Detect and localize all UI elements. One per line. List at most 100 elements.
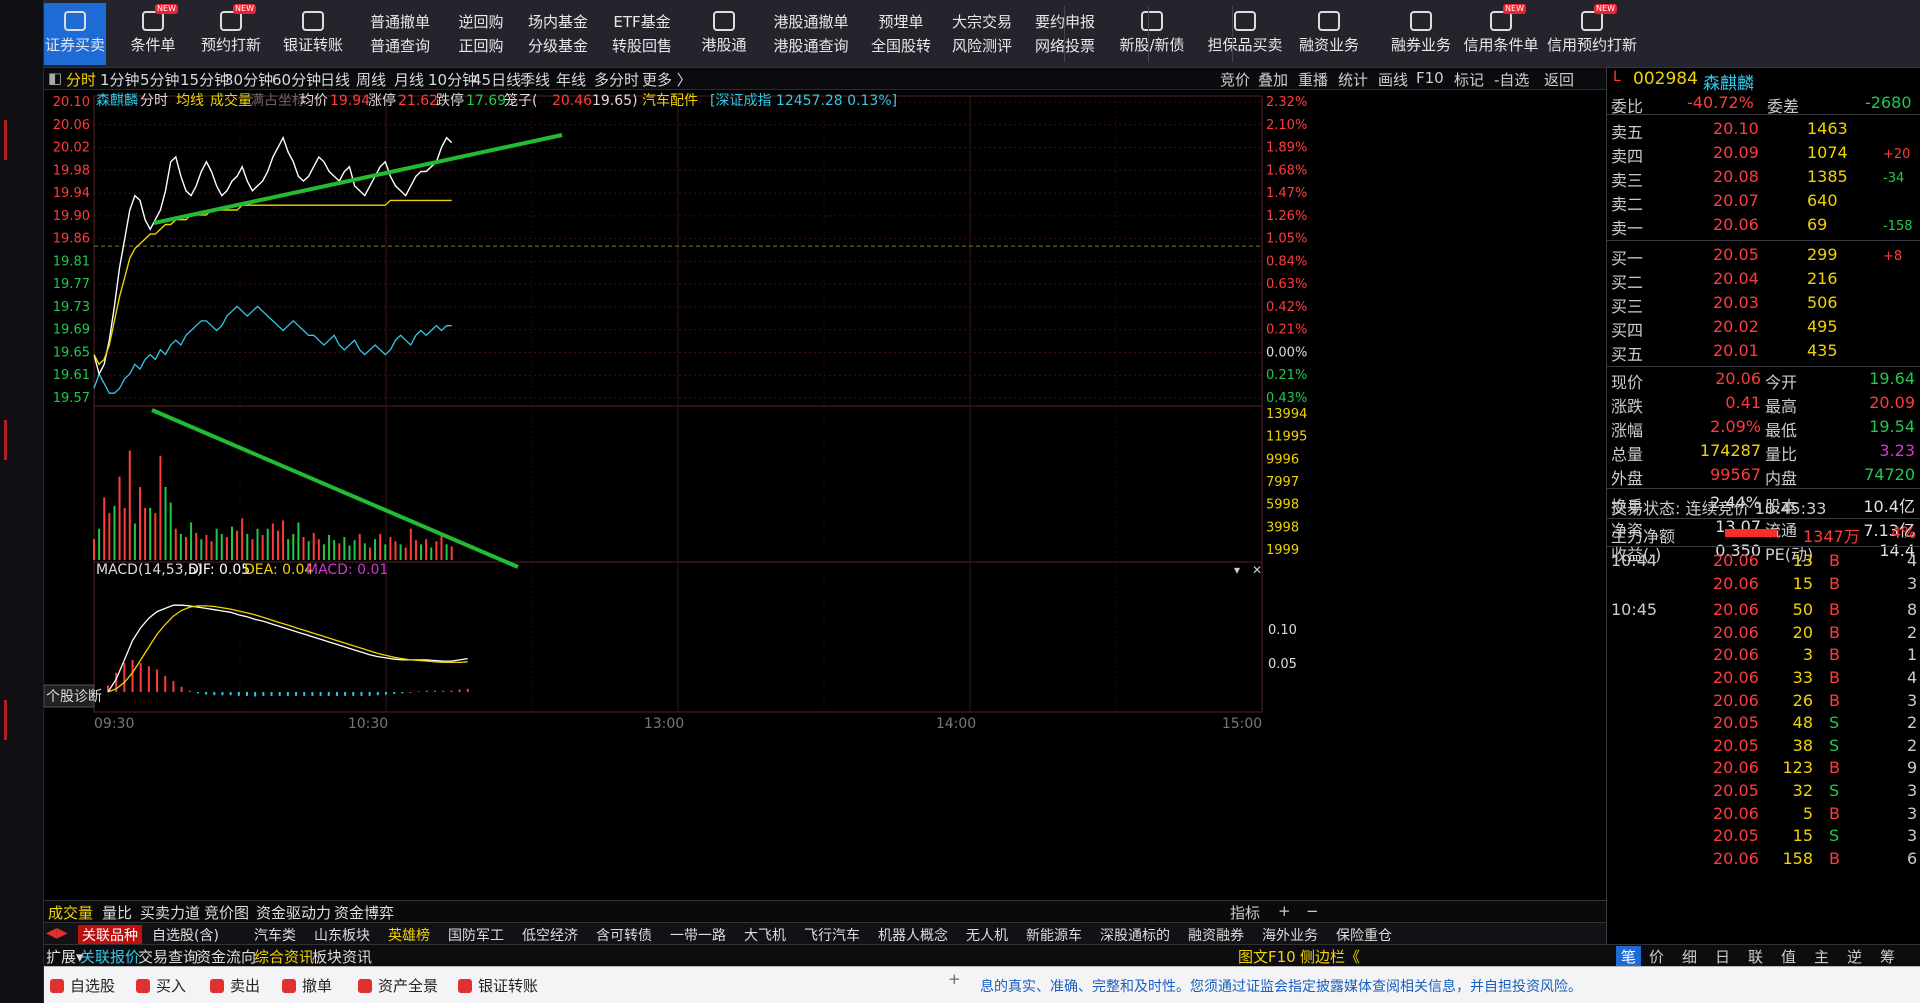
indicator-tab-5[interactable]: 资金博弈 xyxy=(334,902,394,923)
toolbar-button-4[interactable]: 普通撤单 普通查询 xyxy=(360,3,440,65)
toolbar-label-bottom[interactable]: 港股通查询 xyxy=(773,34,848,58)
sector-tab-17[interactable]: 保险重仓 xyxy=(1336,925,1392,945)
period-tab-5[interactable]: 60分钟 xyxy=(272,69,321,90)
add-icon[interactable]: + xyxy=(948,970,961,988)
sector-tab-6[interactable]: 低空经济 xyxy=(522,925,578,945)
sector-tab-14[interactable]: 深股通标的 xyxy=(1100,925,1170,945)
toolbar-button-3[interactable]: 银证转账 xyxy=(274,3,352,65)
period-tab-3[interactable]: 15分钟 xyxy=(180,69,229,90)
status-item-3[interactable]: 撤单 xyxy=(282,975,332,996)
toolbar-button-1[interactable]: 条件单 xyxy=(118,3,188,65)
toolbar-label-bottom[interactable]: 风险测评 xyxy=(952,34,1012,58)
level-price[interactable]: 20.02 xyxy=(1713,317,1759,336)
sector-tab-8[interactable]: 一带一路 xyxy=(670,925,726,945)
toolbar-label-top[interactable]: 普通撤单 xyxy=(370,10,430,34)
sector-tab-2[interactable]: 汽车类 xyxy=(254,925,296,945)
toolbar-label-top[interactable]: 港股通撤单 xyxy=(773,10,848,34)
toolbar-button-6[interactable]: 场内基金 分级基金 xyxy=(522,3,594,65)
deal-tab-7[interactable]: 逆 xyxy=(1847,946,1862,967)
toolbar-button-5[interactable]: 逆回购 正回购 xyxy=(448,3,514,65)
sector-tab-15[interactable]: 融资融券 xyxy=(1188,925,1244,945)
sector-tab-7[interactable]: 含可转债 xyxy=(596,925,652,945)
period-tab-13[interactable]: 多分时 xyxy=(594,69,639,90)
indicator-action-0[interactable]: 指标 xyxy=(1230,902,1260,923)
info-tab-0[interactable]: 扩展▾ xyxy=(46,946,84,967)
period-action-7[interactable]: -自选 xyxy=(1494,69,1529,90)
deal-tab-1[interactable]: 价 xyxy=(1649,946,1664,967)
toolbar-button-0[interactable]: 证券买卖 xyxy=(44,3,106,65)
period-tab-9[interactable]: 10分钟 xyxy=(428,69,477,90)
toolbar-label-bottom[interactable]: 全国股转 xyxy=(871,34,931,58)
level-price[interactable]: 20.09 xyxy=(1713,143,1759,162)
period-action-6[interactable]: 标记 xyxy=(1454,69,1484,90)
info-tab-3[interactable]: 资金流向 xyxy=(196,946,256,967)
status-item-1[interactable]: 买入 xyxy=(136,975,186,996)
toolbar-button-7[interactable]: ETF基金 转股回售 xyxy=(600,3,684,65)
sector-tab-0[interactable]: 关联品种 xyxy=(78,925,142,945)
period-action-5[interactable]: F10 xyxy=(1416,69,1444,87)
toolbar-button-10[interactable]: 预埋单 全国股转 xyxy=(864,3,938,65)
indicator-action-1[interactable]: + xyxy=(1278,902,1291,920)
sector-tab-10[interactable]: 飞行汽车 xyxy=(804,925,860,945)
toolbar-label-top[interactable]: 大宗交易 xyxy=(952,10,1012,34)
level-price[interactable]: 20.01 xyxy=(1713,341,1759,360)
period-tab-7[interactable]: 周线 xyxy=(356,69,386,90)
info-tab-4[interactable]: 综合资讯 xyxy=(254,946,314,967)
period-action-8[interactable]: 返回 xyxy=(1544,69,1574,90)
period-tab-2[interactable]: 5分钟 xyxy=(140,69,180,90)
sector-tab-5[interactable]: 国防军工 xyxy=(448,925,504,945)
deal-tab-6[interactable]: 主 xyxy=(1814,946,1829,967)
toolbar-label-bottom[interactable]: 普通查询 xyxy=(370,34,430,58)
period-action-0[interactable]: 竞价 xyxy=(1220,69,1250,90)
period-tab-1[interactable]: 1分钟 xyxy=(100,69,140,90)
toolbar-button-18[interactable]: 信用预约打新 xyxy=(1544,3,1640,65)
level-price[interactable]: 20.04 xyxy=(1713,269,1759,288)
toolbar-label-top[interactable]: 逆回购 xyxy=(458,10,503,34)
toolbar-label-top[interactable]: 预埋单 xyxy=(878,10,923,34)
period-tab-4[interactable]: 30分钟 xyxy=(224,69,273,90)
info-tab-2[interactable]: 交易查询 xyxy=(138,946,198,967)
info-right-tab-0[interactable]: 图文F10 xyxy=(1238,946,1296,967)
deal-tab-2[interactable]: 细 xyxy=(1682,946,1697,967)
toolbar-button-8[interactable]: 港股通 xyxy=(696,3,752,65)
toolbar-button-13[interactable]: 新股/新债 xyxy=(1114,3,1190,65)
toolbar-label-bottom[interactable]: 转股回售 xyxy=(612,34,672,58)
period-tab-14[interactable]: 更多 〉 xyxy=(642,69,692,90)
period-tab-10[interactable]: 45日线 xyxy=(472,69,521,90)
level-price[interactable]: 20.08 xyxy=(1713,167,1759,186)
info-right-tab-1[interactable]: 侧边栏《 xyxy=(1300,946,1360,967)
toolbar-label-top[interactable]: 场内基金 xyxy=(528,10,588,34)
period-tab-12[interactable]: 年线 xyxy=(556,69,586,90)
toolbar-button-11[interactable]: 大宗交易 风险测评 xyxy=(944,3,1020,65)
diagnosis-button-label[interactable]: 个股诊断 xyxy=(46,689,102,705)
indicator-tab-1[interactable]: 量比 xyxy=(102,902,132,923)
deal-tab-4[interactable]: 联 xyxy=(1748,946,1763,967)
close-icon[interactable]: ✕ xyxy=(1252,563,1262,577)
toolbar-label-bottom[interactable]: 正回购 xyxy=(458,34,503,58)
info-tab-5[interactable]: 板块资讯 xyxy=(312,946,372,967)
indicator-tab-4[interactable]: 资金驱动力 xyxy=(256,902,331,923)
sector-tab-4[interactable]: 英雄榜 xyxy=(388,925,430,945)
sector-tab-3[interactable]: 山东板块 xyxy=(314,925,370,945)
layout-icon[interactable]: ◧ xyxy=(48,69,62,87)
level-price[interactable]: 20.07 xyxy=(1713,191,1759,210)
sector-tab-9[interactable]: 大飞机 xyxy=(744,925,786,945)
status-item-2[interactable]: 卖出 xyxy=(210,975,260,996)
period-action-3[interactable]: 统计 xyxy=(1338,69,1368,90)
period-action-1[interactable]: 叠加 xyxy=(1258,69,1288,90)
sector-tab-16[interactable]: 海外业务 xyxy=(1262,925,1318,945)
sector-tab-12[interactable]: 无人机 xyxy=(966,925,1008,945)
deal-tab-8[interactable]: 筹 xyxy=(1880,946,1895,967)
intraday-chart[interactable]: 20.10 20.06 20.02 19.98 19.94 19.90 19.86 19.81… xyxy=(44,90,1606,900)
toolbar-button-16[interactable]: 融券业务 xyxy=(1384,3,1458,65)
header-index[interactable]: [深证成指 12457.28 0.13%] xyxy=(710,93,897,109)
period-action-2[interactable]: 重播 xyxy=(1298,69,1328,90)
deal-tab-5[interactable]: 值 xyxy=(1781,946,1796,967)
header-sector[interactable]: 汽车配件 xyxy=(642,92,698,109)
level-price[interactable]: 20.05 xyxy=(1713,245,1759,264)
toolbar-button-2[interactable]: 预约打新 xyxy=(194,3,268,65)
tab-left-arrow-icon[interactable]: ◀▶ xyxy=(46,925,68,941)
period-tab-11[interactable]: 季线 xyxy=(520,69,550,90)
status-item-5[interactable]: 银证转账 xyxy=(458,975,538,996)
toolbar-label-bottom[interactable]: 分级基金 xyxy=(528,34,588,58)
